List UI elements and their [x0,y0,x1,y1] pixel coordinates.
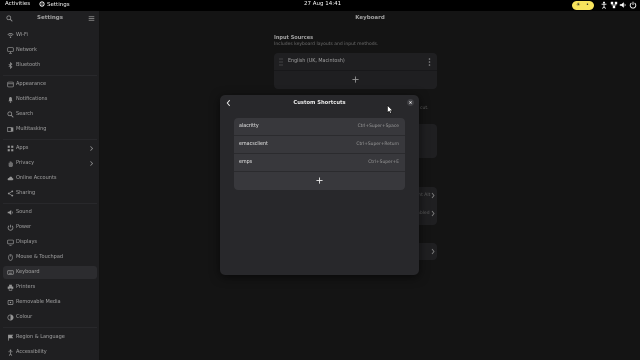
shortcut-keys: Ctrl+Super+Space [357,124,399,129]
mouse-cursor-icon [387,105,393,114]
volume-icon[interactable] [619,1,627,9]
power-menu-icon[interactable] [629,1,637,9]
shortcut-keys: Ctrl+Super+Return [356,142,399,147]
dot-icon: • [586,2,589,8]
add-shortcut-button[interactable] [234,172,405,190]
network-tray-icon[interactable] [610,1,618,9]
app-name: Settings [47,2,70,8]
custom-shortcuts-dialog: Custom Shortcuts alacritty Ctrl+Super+Sp… [220,95,419,275]
shortcut-row[interactable]: alacritty Ctrl+Super+Space [234,118,405,136]
shortcut-keys: Ctrl+Super+E [368,160,399,165]
close-icon [409,101,412,104]
sun-icon: ☀ [576,2,581,8]
accessibility-tray-icon[interactable] [600,1,608,9]
status-pill[interactable]: ☀ • [572,1,594,10]
shortcut-row[interactable]: emacsclient Ctrl+Super+Return [234,136,405,154]
app-menu[interactable]: Settings [39,1,70,8]
activities-button[interactable]: Activities [5,1,30,7]
gear-icon [39,1,45,7]
shortcut-list: alacritty Ctrl+Super+Space emacsclient C… [234,118,405,190]
shortcut-row[interactable]: emps Ctrl+Super+E [234,154,405,172]
top-bar: Activities Settings 27 Aug 14:41 ☀ • [0,0,640,11]
shortcut-name: emacsclient [239,142,268,147]
close-button[interactable] [407,99,414,106]
shortcut-name: alacritty [239,124,259,129]
shortcut-name: emps [239,160,253,165]
clock[interactable]: 27 Aug 14:41 [304,1,341,7]
plus-icon [316,177,323,184]
